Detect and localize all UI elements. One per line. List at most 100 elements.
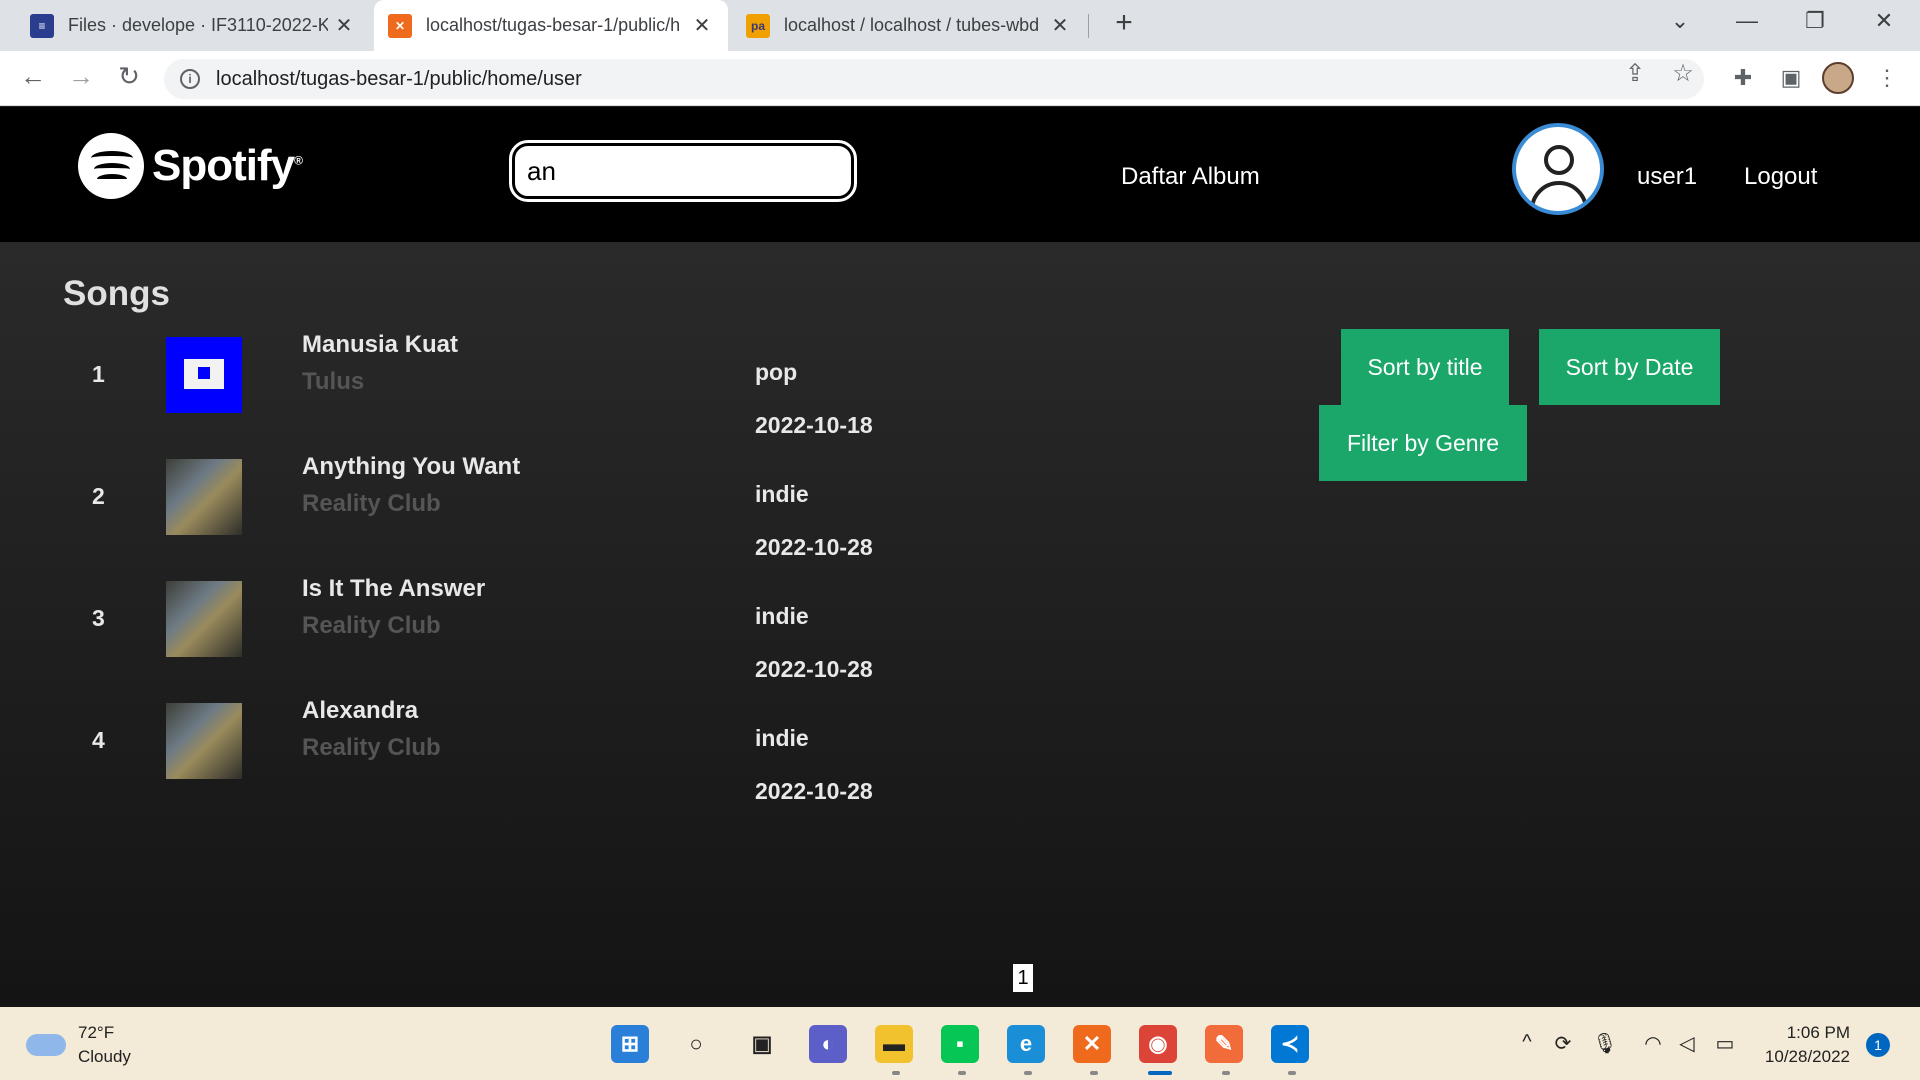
tray-overflow-icon[interactable]: ^ [1512, 1031, 1542, 1054]
song-title[interactable]: Manusia Kuat [302, 331, 458, 359]
filter-by-genre-button[interactable]: Filter by Genre [1319, 405, 1527, 481]
share-icon[interactable]: ⇪ [1618, 59, 1652, 88]
song-title[interactable]: Is It The Answer [302, 575, 485, 603]
side-panel-icon[interactable]: ▣ [1776, 63, 1806, 93]
nav-album-link[interactable]: Daftar Album [1121, 163, 1260, 191]
search-icon[interactable]: ○ [677, 1025, 715, 1063]
song-date: 2022-10-28 [755, 656, 873, 682]
close-window-icon[interactable]: ✕ [1864, 8, 1904, 34]
browser-profile-avatar[interactable] [1822, 62, 1854, 94]
edge-browser-icon[interactable]: e [1007, 1025, 1045, 1063]
song-artist: Reality Club [302, 490, 441, 517]
volume-icon[interactable]: ◁ [1672, 1031, 1702, 1056]
weather-widget[interactable]: 72°F Cloudy [26, 1021, 131, 1069]
song-genre: indie [755, 725, 809, 751]
song-number: 2 [92, 483, 105, 509]
minimize-icon[interactable]: — [1727, 8, 1767, 34]
bookmark-star-icon[interactable]: ☆ [1666, 59, 1700, 88]
running-indicator [958, 1071, 966, 1075]
postman-icon[interactable]: ✎ [1205, 1025, 1243, 1063]
running-indicator [1222, 1071, 1230, 1075]
main-content: Songs 1 Manusia Kuat Tulus pop 2022-10-1… [0, 242, 1920, 1007]
close-tab-icon[interactable]: ✕ [1048, 13, 1072, 38]
running-indicator [892, 1071, 900, 1075]
close-tab-icon[interactable]: ✕ [332, 13, 356, 38]
logout-link[interactable]: Logout [1744, 163, 1817, 191]
windows-start-icon[interactable]: ⊞ [611, 1025, 649, 1063]
song-row[interactable]: 1 Manusia Kuat Tulus pop 2022-10-18 [0, 331, 1000, 457]
phpmyadmin-icon: pa [746, 13, 770, 38]
tab-separator [1088, 14, 1089, 38]
album-cover [166, 459, 242, 535]
song-date: 2022-10-18 [755, 412, 873, 438]
chrome-icon[interactable]: ◉ [1139, 1025, 1177, 1063]
line-app-icon[interactable]: ▪ [941, 1025, 979, 1063]
album-cover [166, 581, 242, 657]
notification-badge[interactable]: 1 [1866, 1033, 1890, 1057]
sort-by-date-button[interactable]: Sort by Date [1539, 329, 1720, 405]
back-icon[interactable]: ← [16, 61, 50, 92]
clock-date: 10/28/2022 [1764, 1047, 1850, 1066]
clock-time: 1:06 PM [1786, 1023, 1850, 1042]
song-date: 2022-10-28 [755, 778, 873, 804]
username-label[interactable]: user1 [1637, 163, 1697, 191]
spotify-icon [78, 133, 144, 199]
site-info-icon[interactable]: i [180, 69, 200, 89]
weather-temp: 72°F [78, 1023, 115, 1042]
tab-search-icon[interactable]: ⌄ [1660, 8, 1700, 34]
spotify-logo[interactable]: Spotify® [78, 133, 303, 199]
song-genre: indie [755, 481, 809, 507]
file-explorer-icon[interactable]: ▬ [875, 1025, 913, 1063]
song-artist: Reality Club [302, 734, 441, 761]
song-artist: Tulus [302, 368, 365, 395]
new-tab-icon[interactable]: + [1106, 6, 1142, 40]
song-title[interactable]: Alexandra [302, 697, 418, 725]
song-title[interactable]: Anything You Want [302, 453, 520, 481]
running-indicator [1288, 1071, 1296, 1075]
teams-chat-icon[interactable]: ◐ [809, 1025, 847, 1063]
song-row[interactable]: 4 Alexandra Reality Club indie 2022-10-2… [0, 697, 1000, 823]
song-row[interactable]: 2 Anything You Want Reality Club indie 2… [0, 453, 1000, 579]
microphone-icon[interactable]: 🎙 [1590, 1031, 1620, 1056]
song-genre: indie [755, 603, 809, 629]
song-artist: Reality Club [302, 612, 441, 639]
task-view-icon[interactable]: ▣ [743, 1025, 781, 1063]
running-indicator [1024, 1071, 1032, 1075]
forward-icon[interactable]: → [64, 61, 98, 92]
song-row[interactable]: 3 Is It The Answer Reality Club indie 20… [0, 575, 1000, 701]
extensions-icon[interactable]: ✚ [1728, 63, 1758, 93]
reload-icon[interactable]: ↻ [112, 61, 146, 92]
wifi-icon[interactable]: ◠ [1638, 1031, 1668, 1056]
gitlab-icon: ≡ [30, 13, 54, 38]
browser-toolbar: ← → ↻ i localhost/tugas-besar-1/public/h… [0, 51, 1920, 106]
sync-icon[interactable]: ⟳ [1548, 1031, 1578, 1056]
vscode-icon[interactable]: ≺ [1271, 1025, 1309, 1063]
sort-by-title-button[interactable]: Sort by title [1341, 329, 1509, 405]
browser-tab-localhost[interactable]: ✕ localhost/tugas-besar-1/public/h ✕ [374, 0, 728, 51]
address-bar[interactable]: i localhost/tugas-besar-1/public/home/us… [164, 59, 1704, 99]
browser-tab-phpmyadmin[interactable]: pa localhost / localhost / tubes-wbd ✕ [732, 0, 1086, 51]
browser-tab-files[interactable]: ≡ Files · develope · IF3110-2022-K0 ✕ [16, 0, 370, 51]
page-title: Songs [63, 274, 170, 313]
running-indicator [1090, 1071, 1098, 1075]
site-header: Spotify® Daftar Album user1 Logout [0, 107, 1920, 242]
song-number: 3 [92, 605, 105, 631]
battery-icon[interactable]: ▭ [1710, 1031, 1740, 1056]
close-tab-icon[interactable]: ✕ [690, 13, 714, 38]
user-head-shape [1544, 145, 1574, 175]
menu-icon[interactable]: ⋮ [1872, 63, 1902, 93]
browser-tab-strip: ≡ Files · develope · IF3110-2022-K0 ✕ ✕ … [0, 0, 1920, 51]
os-taskbar: 72°F Cloudy ⊞ ○ ▣ ◐ ▬ ▪ e ✕ ◉ ✎ ≺ ^ ⟳ 🎙 … [0, 1007, 1920, 1080]
brand-name: Spotify® [152, 141, 303, 190]
xampp-icon: ✕ [388, 13, 412, 38]
cloud-icon [26, 1034, 66, 1056]
weather-desc: Cloudy [78, 1047, 131, 1066]
xampp-icon[interactable]: ✕ [1073, 1025, 1111, 1063]
active-indicator [1148, 1071, 1172, 1075]
user-avatar[interactable] [1512, 123, 1604, 215]
system-clock[interactable]: 1:06 PM 10/28/2022 [1754, 1021, 1850, 1069]
search-input[interactable] [509, 140, 857, 202]
pagination-page[interactable]: 1 [1013, 964, 1033, 992]
song-date: 2022-10-28 [755, 534, 873, 560]
restore-icon[interactable]: ❐ [1795, 8, 1835, 34]
